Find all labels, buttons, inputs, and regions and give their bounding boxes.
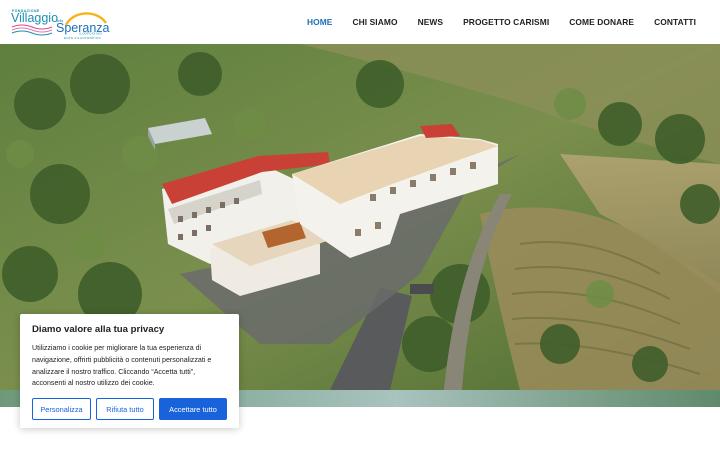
nav-home[interactable]: HOME — [307, 17, 333, 27]
cookie-accept-button[interactable]: Accettare tutto — [159, 398, 227, 421]
cookie-consent-banner: Diamo valore alla tua privacy Utilizziam… — [20, 314, 239, 428]
nav-news[interactable]: NEWS — [418, 17, 444, 27]
cookie-description: Utilizziamo i cookie per migliorare la t… — [32, 344, 212, 388]
cookie-title: Diamo valore alla tua privacy — [32, 324, 165, 335]
foundation-logo[interactable]: FONDAZIONE Villaggio della Speranza IL D… — [10, 3, 110, 41]
nav-progetto-carismi[interactable]: PROGETTO CARISMI — [463, 17, 549, 27]
logo-tagline-text: IL DOPO DI NOI — [79, 32, 102, 36]
nav-come-donare[interactable]: COME DONARE — [569, 17, 634, 27]
main-nav: HOME CHI SIAMO NEWS PROGETTO CARISMI COM… — [307, 0, 696, 44]
nav-chi-siamo[interactable]: CHI SIAMO — [352, 17, 397, 27]
cookie-customize-button[interactable]: Personalizza — [32, 398, 91, 421]
cookie-reject-button[interactable]: Rifiuta tutto — [96, 398, 154, 421]
logo-ente-text: ENTE FILANTROPICO — [64, 36, 101, 40]
nav-contatti[interactable]: CONTATTI — [654, 17, 696, 27]
cookie-button-row: Personalizza Rifiuta tutto Accettare tut… — [32, 398, 227, 421]
site-header: FONDAZIONE Villaggio della Speranza IL D… — [0, 0, 720, 44]
logo-villaggio-text: Villaggio — [11, 11, 58, 25]
